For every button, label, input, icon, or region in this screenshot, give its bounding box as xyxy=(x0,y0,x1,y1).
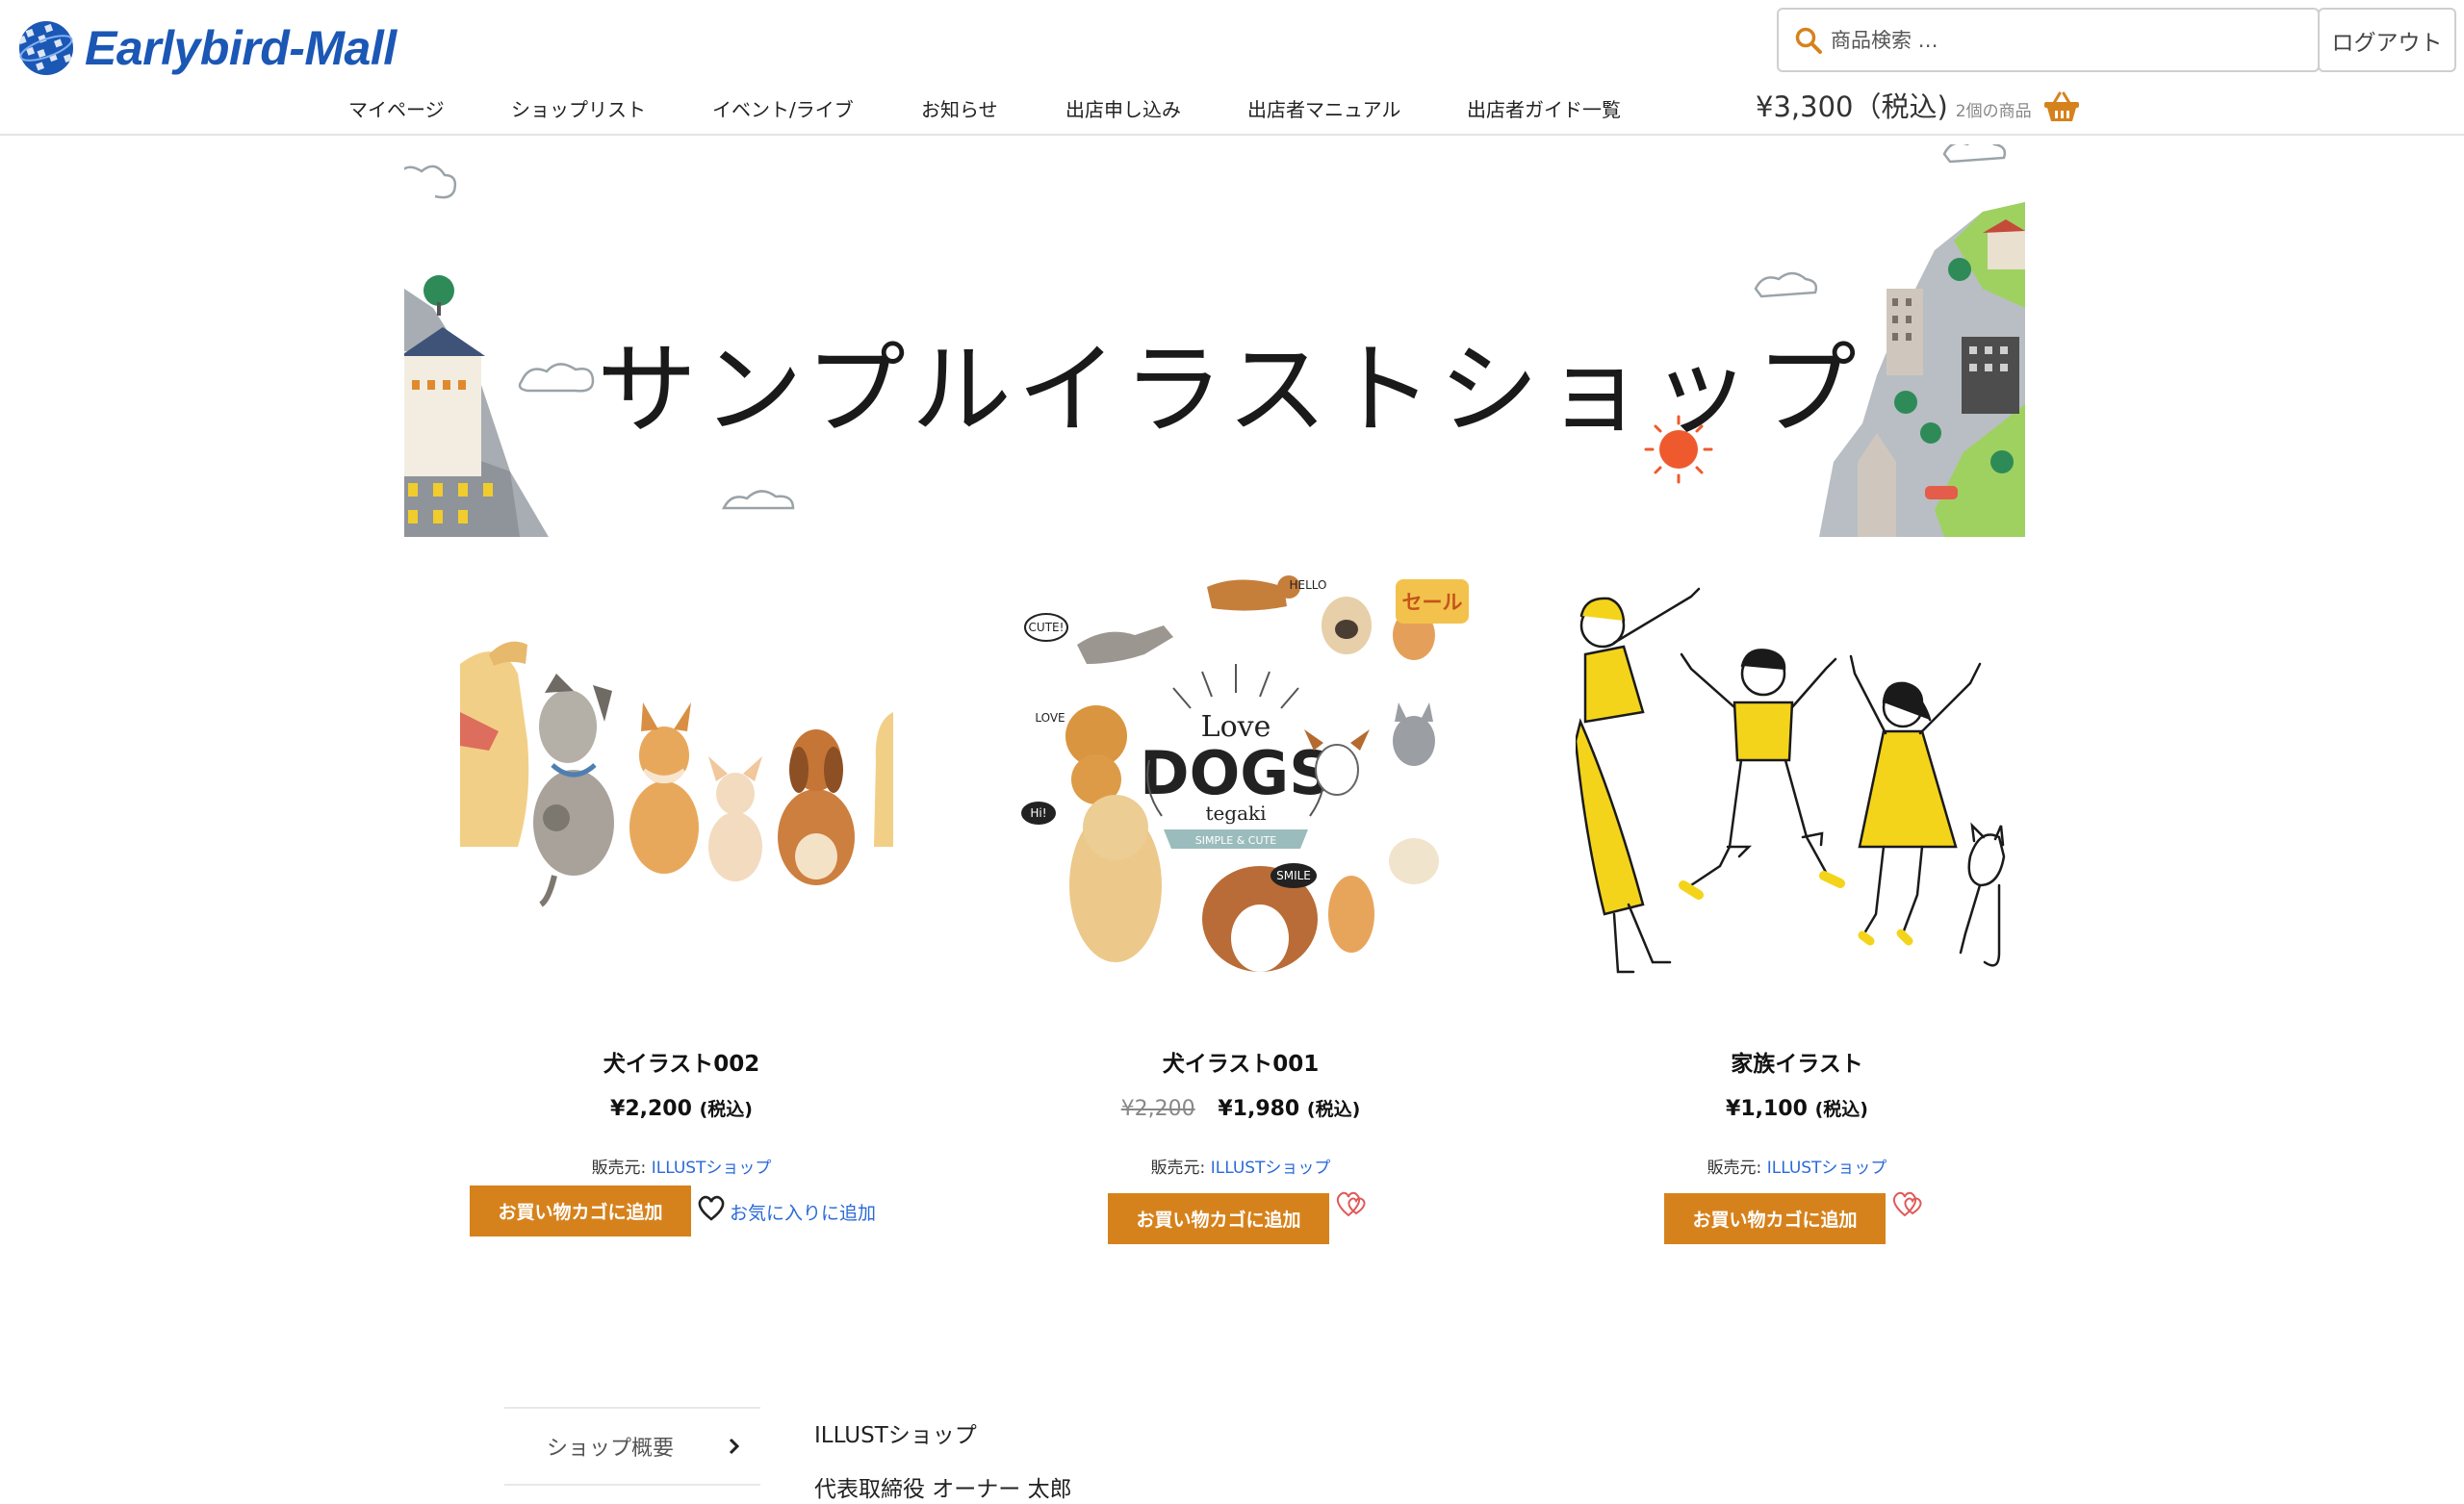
product-card: 犬イラスト002 ¥2,200 (税込) 販売元: ILLUSTショップ お買い… xyxy=(460,568,903,1243)
family-jumping-illustration xyxy=(1576,587,2006,974)
product-image[interactable] xyxy=(1576,568,2009,1001)
cart-total: ¥3,300（税込) xyxy=(1756,90,1948,123)
bubble-hello: HELLO xyxy=(1290,578,1327,592)
product-name[interactable]: 家族イラスト xyxy=(1576,1045,2018,1078)
product-price: ¥2,200 ¥1,980 (税込) xyxy=(1019,1095,1462,1121)
ribbon-text: SIMPLE & CUTE xyxy=(1195,834,1276,847)
seller-info: 販売元: ILLUSTショップ xyxy=(460,1154,903,1178)
add-to-cart-button[interactable]: お買い物カゴに追加 xyxy=(470,1185,691,1236)
bubble-love: LOVE xyxy=(1035,711,1065,725)
bubble-hi: Hi! xyxy=(1030,806,1046,820)
dogs-text: DOGS xyxy=(1140,738,1332,808)
shop-representative: 代表取締役 オーナー 太郎 xyxy=(814,1477,1072,1502)
seller-link[interactable]: ILLUSTショップ xyxy=(1767,1159,1887,1178)
bubble-cute: CUTE! xyxy=(1029,621,1065,634)
main-nav: マイページ ショップリスト イベント/ライブ お知らせ 出店申し込み 出店者マニ… xyxy=(0,94,1732,123)
price-value: ¥2,200 xyxy=(610,1097,692,1121)
chevron-right-icon xyxy=(729,1438,740,1455)
seller-label: 販売元: xyxy=(1707,1159,1762,1178)
cart-summary[interactable]: ¥3,300（税込) 2個の商品 xyxy=(1756,85,2080,125)
site-header: Earlybird-Mall ログアウト マイページ ショップリスト イベント/… xyxy=(0,0,2464,136)
price-value: ¥1,100 xyxy=(1726,1097,1808,1121)
search-box[interactable] xyxy=(1777,8,2320,72)
search-icon[interactable] xyxy=(1794,26,1823,55)
tegaki-text: tegaki xyxy=(1205,802,1266,825)
favorite-heart-icon[interactable] xyxy=(1335,1189,1368,1218)
favorite-heart-icon[interactable] xyxy=(1891,1189,1924,1218)
product-card: 家族イラスト ¥1,100 (税込) 販売元: ILLUSTショップ お買い物カ… xyxy=(1576,568,2018,1244)
add-to-cart-button[interactable]: お買い物カゴに追加 xyxy=(1664,1193,1886,1244)
product-actions: お買い物カゴに追加 xyxy=(1576,1185,2018,1244)
cart-count: 2個の商品 xyxy=(1955,102,2032,121)
seller-link[interactable]: ILLUSTショップ xyxy=(1211,1159,1331,1178)
shop-info: ILLUSTショップ 代表取締役 オーナー 太郎 xyxy=(814,1409,1072,1504)
add-to-favorites-link[interactable]: お気に入りに追加 xyxy=(730,1199,876,1225)
globe-icon xyxy=(19,21,73,75)
product-name[interactable]: 犬イラスト002 xyxy=(460,1045,903,1078)
shop-name: ILLUSTショップ xyxy=(814,1423,977,1448)
add-to-cart-button[interactable]: お買い物カゴに追加 xyxy=(1108,1193,1329,1244)
nav-item-events[interactable]: イベント/ライブ xyxy=(712,94,854,122)
product-price: ¥2,200 (税込) xyxy=(460,1095,903,1121)
shop-banner: サンプルイラストショップ xyxy=(404,144,2025,537)
shop-overview-menu-item[interactable]: ショップ概要 xyxy=(504,1407,760,1486)
bubble-smile: SMILE xyxy=(1276,869,1311,882)
product-image[interactable]: Love DOGS tegaki SIMPLE & CUTE CUTE! HEL… xyxy=(1019,568,1452,1001)
nav-item-mypage[interactable]: マイページ xyxy=(348,94,445,122)
seller-info: 販売元: ILLUSTショップ xyxy=(1019,1154,1462,1178)
logo-text: Earlybird-Mall xyxy=(85,21,397,75)
seller-link[interactable]: ILLUSTショップ xyxy=(652,1159,772,1178)
love-dogs-illustration: Love DOGS tegaki SIMPLE & CUTE CUTE! HEL… xyxy=(1019,568,1452,1001)
product-actions: お買い物カゴに追加 お気に入りに追加 xyxy=(460,1185,903,1243)
original-price: ¥2,200 xyxy=(1120,1097,1195,1121)
seller-info: 販売元: ILLUSTショップ xyxy=(1576,1154,2018,1178)
product-price: ¥1,100 (税込) xyxy=(1576,1095,2018,1121)
product-name[interactable]: 犬イラスト001 xyxy=(1019,1045,1462,1078)
search-input[interactable] xyxy=(1831,28,2273,52)
heart-outline-icon[interactable] xyxy=(697,1195,726,1222)
nav-item-guide[interactable]: 出店者ガイド一覧 xyxy=(1467,94,1621,122)
price-tax: (税込) xyxy=(1814,1099,1868,1120)
basket-icon[interactable] xyxy=(2043,91,2080,122)
nav-item-manual[interactable]: 出店者マニュアル xyxy=(1247,94,1400,122)
nav-item-apply[interactable]: 出店申し込み xyxy=(1065,94,1181,122)
dogs-sitting-illustration xyxy=(460,641,893,907)
nav-item-shop-list[interactable]: ショップリスト xyxy=(511,94,646,122)
product-card: Love DOGS tegaki SIMPLE & CUTE CUTE! HEL… xyxy=(1019,568,1462,1244)
price-tax: (税込) xyxy=(1306,1099,1361,1120)
site-logo[interactable]: Earlybird-Mall xyxy=(17,19,397,77)
nav-item-news[interactable]: お知らせ xyxy=(921,94,998,122)
sale-badge: セール xyxy=(1396,579,1469,624)
shop-overview-label: ショップ概要 xyxy=(547,1437,675,1461)
price-tax: (税込) xyxy=(699,1099,753,1120)
logout-button[interactable]: ログアウト xyxy=(2318,8,2456,72)
product-actions: お買い物カゴに追加 xyxy=(1019,1185,1462,1244)
seller-label: 販売元: xyxy=(591,1159,647,1178)
seller-label: 販売元: xyxy=(1150,1159,1206,1178)
product-image[interactable] xyxy=(460,568,893,1001)
banner-title: サンプルイラストショップ xyxy=(597,331,1862,448)
price-value: ¥1,980 xyxy=(1218,1097,1300,1121)
